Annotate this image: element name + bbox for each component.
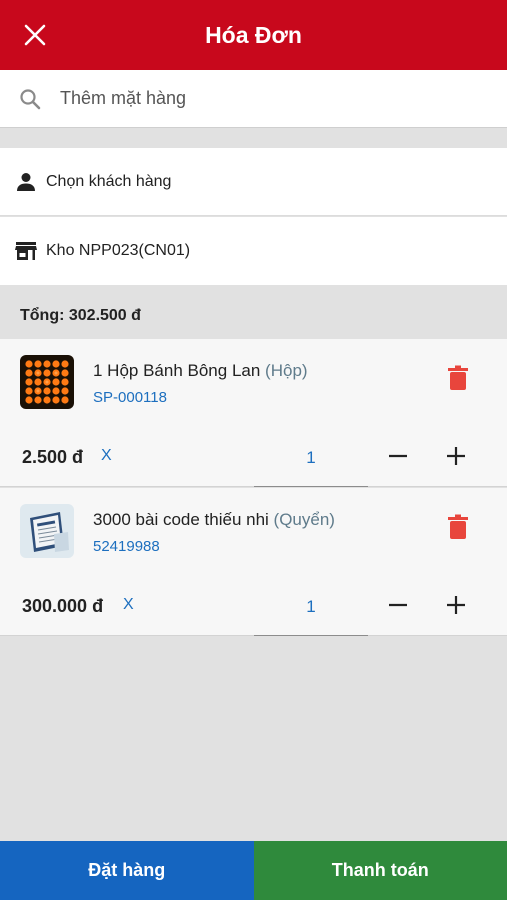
product-unit: (Hộp)	[265, 361, 308, 380]
product-unit: (Quyển)	[273, 510, 335, 529]
minus-icon[interactable]	[385, 592, 411, 618]
store-row[interactable]: Kho NPP023(CN01)	[0, 217, 507, 285]
product-code[interactable]: 52419988	[93, 538, 160, 555]
cart-item: 1 Hộp Bánh Bông Lan (Hộp) SP-000118 2.50…	[0, 339, 507, 487]
multiply-sign: X	[123, 596, 134, 613]
product-name: 3000 bài code thiếu nhi (Quyển)	[93, 510, 335, 529]
trash-icon[interactable]	[446, 365, 470, 391]
store-label: Kho NPP023(CN01)	[46, 242, 191, 259]
minus-icon[interactable]	[385, 443, 411, 469]
app-header: Hóa Đơn	[0, 0, 507, 70]
close-icon[interactable]	[20, 20, 50, 50]
pay-button[interactable]: Thanh toán	[253, 841, 507, 900]
product-price[interactable]: 2.500 đ	[22, 447, 83, 468]
select-customer-label: Chọn khách hàng	[46, 172, 172, 190]
quantity-field[interactable]: 1	[254, 443, 368, 487]
multiply-sign: X	[101, 447, 112, 464]
cart-item: 3000 bài code thiếu nhi (Quyển) 52419988…	[0, 488, 507, 636]
plus-icon[interactable]	[443, 443, 469, 469]
person-icon	[17, 172, 35, 191]
product-name: 1 Hộp Bánh Bông Lan (Hộp)	[93, 361, 308, 380]
search-input[interactable]	[60, 88, 460, 109]
plus-icon[interactable]	[443, 592, 469, 618]
product-price[interactable]: 300.000 đ	[22, 596, 103, 617]
select-customer-row[interactable]: Chọn khách hàng	[0, 148, 507, 216]
quantity-field[interactable]: 1	[254, 592, 368, 636]
trash-icon[interactable]	[446, 514, 470, 540]
product-code[interactable]: SP-000118	[93, 389, 167, 406]
total-amount: Tổng: 302.500 đ	[20, 307, 141, 324]
search-icon	[20, 88, 41, 109]
page-title: Hóa Đơn	[205, 21, 302, 48]
order-button[interactable]: Đặt hàng	[0, 841, 254, 900]
store-icon	[15, 242, 37, 260]
product-image	[20, 355, 74, 409]
footer-actions: Đặt hàng Thanh toán	[0, 841, 507, 900]
search-bar	[0, 70, 507, 128]
product-image	[20, 504, 74, 558]
